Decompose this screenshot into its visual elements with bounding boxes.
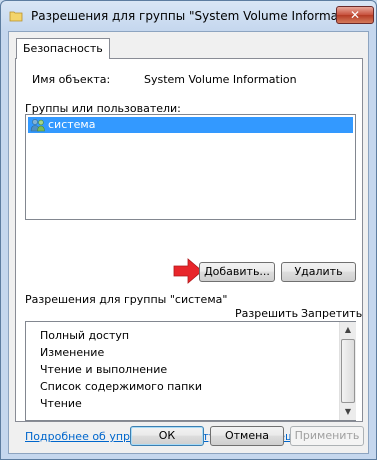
cancel-button-label: Отмена — [224, 429, 270, 442]
users-group-icon — [30, 118, 46, 132]
permissions-dialog: Разрешения для группы "System Volume Inf… — [0, 0, 377, 460]
groups-listbox[interactable]: система — [25, 114, 356, 220]
list-item-label: система — [48, 118, 96, 131]
permission-row: Чтение и выполнение — [40, 363, 168, 376]
object-name-label: Имя объекта: — [32, 73, 111, 86]
title-bar[interactable]: Разрешения для группы "System Volume Inf… — [1, 1, 376, 31]
permissions-list: Полный доступ Изменение Чтение и выполне… — [25, 321, 356, 421]
tab-security[interactable]: Безопасность — [16, 38, 110, 59]
permissions-label: Разрешения для группы "система" — [25, 293, 228, 306]
ok-button[interactable]: ОК — [130, 426, 204, 446]
apply-button-label: Применить — [294, 429, 360, 442]
permissions-scrollbar[interactable]: ▲ ▼ — [339, 322, 356, 420]
folder-icon — [9, 9, 23, 23]
close-button[interactable]: ✕ — [336, 6, 374, 24]
apply-button: Применить — [290, 426, 364, 446]
allow-column-header: Разрешить — [235, 307, 299, 320]
remove-button-label: Удалить — [294, 265, 343, 278]
permission-row: Изменение — [40, 346, 105, 359]
scroll-up-icon[interactable]: ▲ — [340, 322, 356, 338]
remove-button[interactable]: Удалить — [281, 262, 356, 282]
deny-column-header: Запретить — [301, 307, 363, 320]
tab-panel: Имя объекта: System Volume Information Г… — [15, 58, 363, 443]
ok-button-label: ОК — [158, 429, 176, 442]
dialog-body: Безопасность Имя объекта: System Volume … — [8, 31, 369, 454]
add-button[interactable]: Добавить... — [199, 262, 275, 282]
scroll-thumb[interactable] — [341, 339, 355, 403]
object-name-value: System Volume Information — [144, 73, 297, 86]
list-item-system[interactable]: система — [28, 117, 353, 133]
permission-row: Список содержимого папки — [40, 380, 203, 393]
permission-row: Чтение — [40, 397, 82, 410]
permission-row: Полный доступ — [40, 329, 130, 342]
cancel-button[interactable]: Отмена — [210, 426, 284, 446]
add-button-label: Добавить... — [204, 265, 270, 278]
scroll-down-icon[interactable]: ▼ — [340, 404, 356, 420]
window-title: Разрешения для группы "System Volume Inf… — [31, 9, 367, 23]
close-icon: ✕ — [349, 8, 361, 22]
